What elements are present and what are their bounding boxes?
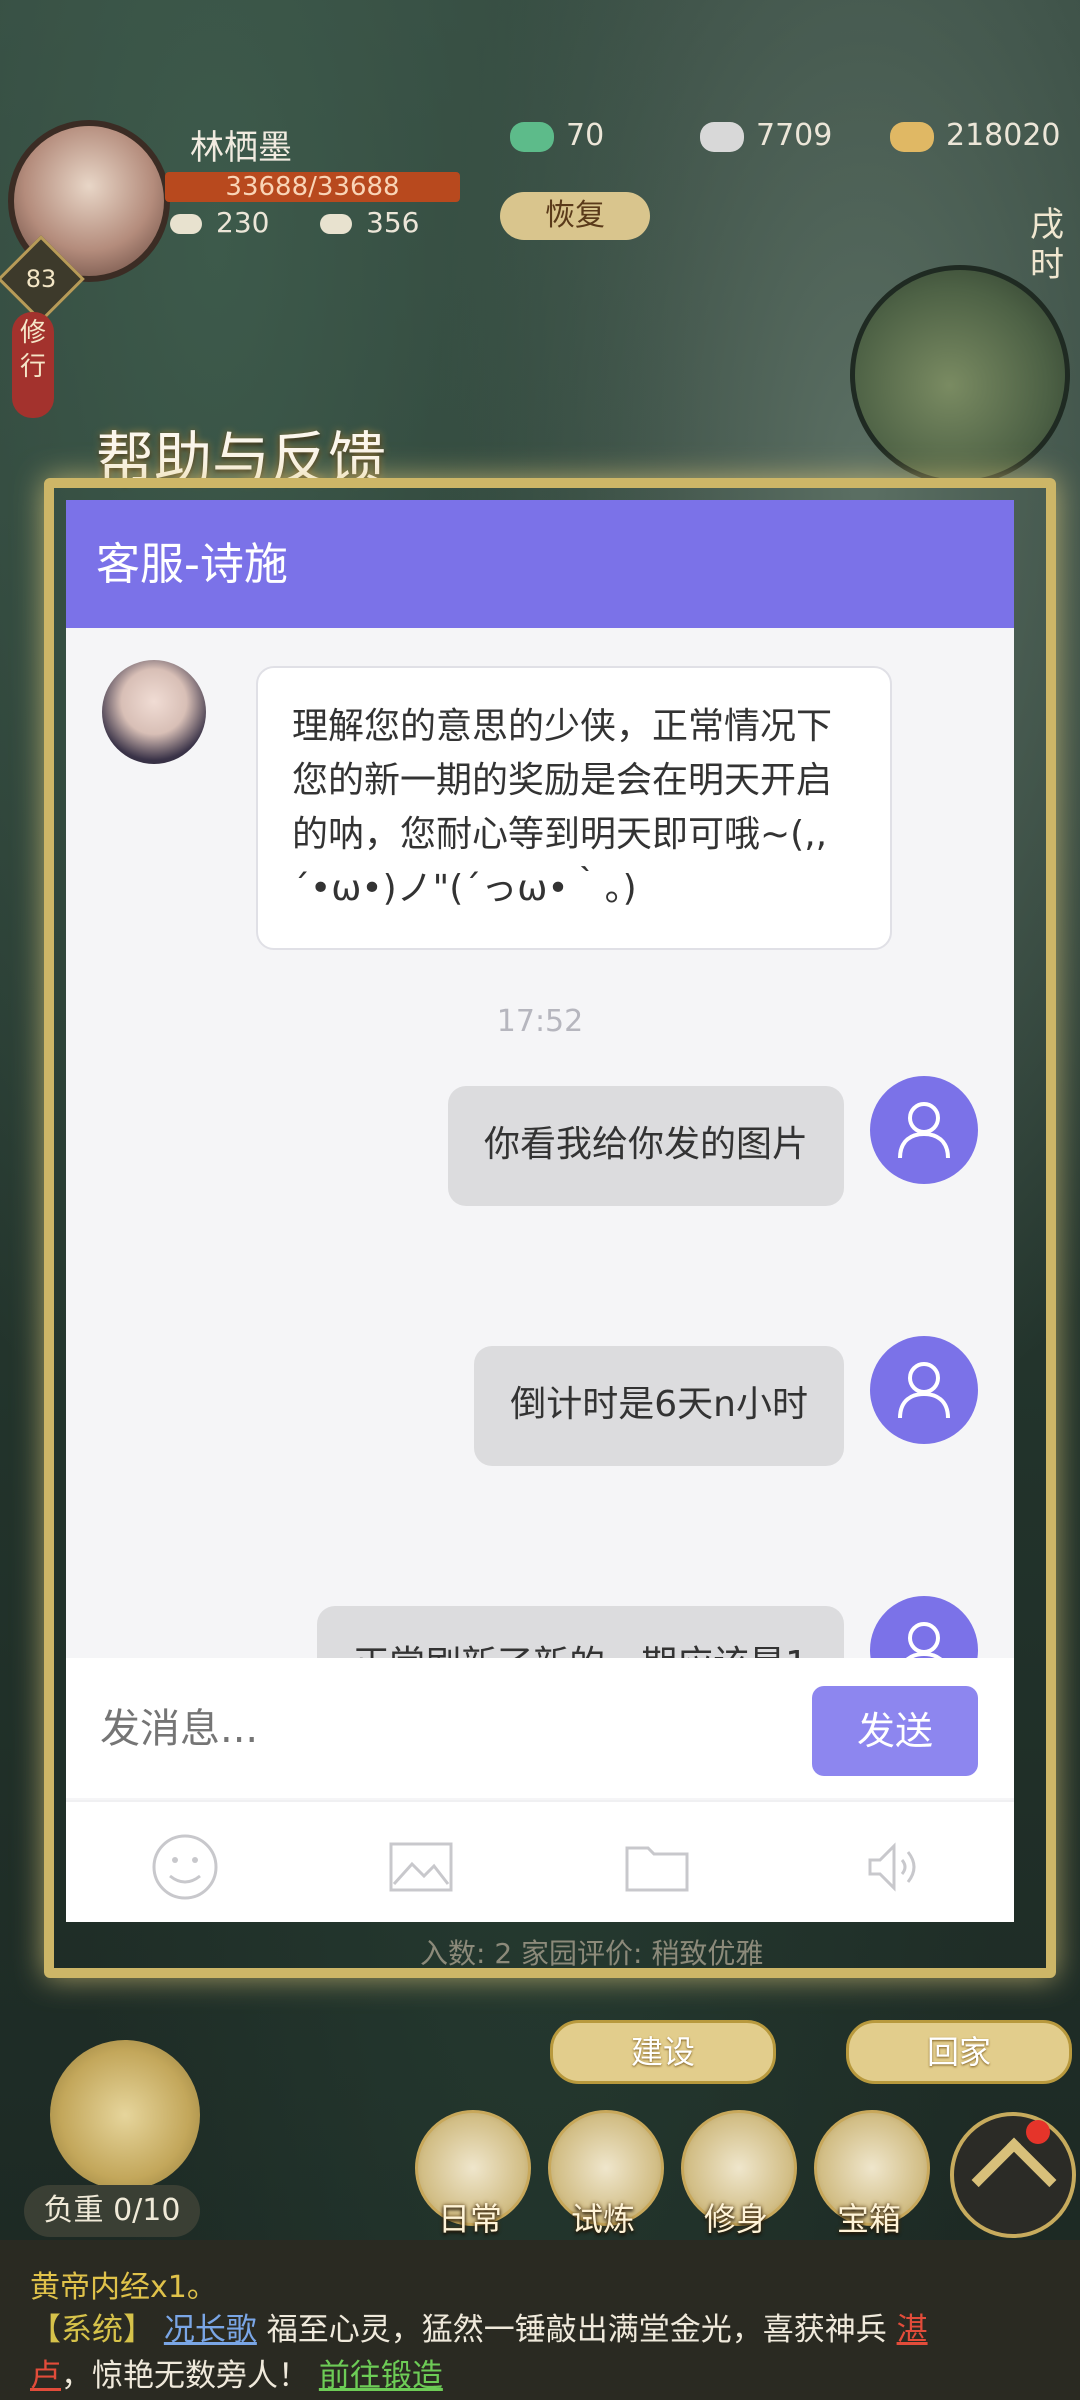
level-value: 83 xyxy=(25,265,57,293)
user-message: 你看我给你发的图片 xyxy=(447,1086,844,1206)
voice-icon[interactable] xyxy=(860,1832,930,1902)
system-log-line-3: 卢，惊艳无数旁人！ 前往锻造 xyxy=(30,2358,443,2394)
treasure-chest-label: 宝箱 xyxy=(836,2200,901,2238)
user-avatar xyxy=(870,1596,978,1658)
resource-jade[interactable]: 70 xyxy=(510,118,604,153)
send-button[interactable]: 发送 xyxy=(812,1686,978,1776)
folder-icon[interactable] xyxy=(622,1832,692,1902)
user-avatar xyxy=(870,1076,978,1184)
user-icon xyxy=(898,1102,950,1159)
minimap[interactable] xyxy=(850,265,1070,485)
cultivation-label: 修身 xyxy=(703,2200,768,2238)
message-input-bar: 发送 xyxy=(66,1658,1014,1798)
trial-label: 试炼 xyxy=(570,2200,635,2238)
system-log-line-1: 黄帝内经x1。 xyxy=(30,2270,217,2305)
bowl-icon xyxy=(170,214,202,234)
user-message: 倒计时是6天n小时 xyxy=(474,1346,844,1466)
notification-dot xyxy=(1026,2120,1050,2144)
inventory-bag-button[interactable] xyxy=(50,2040,200,2190)
home-button[interactable]: 回家 xyxy=(846,2020,1072,2084)
load-indicator: 负重 0/10 xyxy=(24,2185,200,2237)
user-message: 正常刷新了新的一期应该是1 xyxy=(317,1606,844,1658)
player-link[interactable]: 况长歌 xyxy=(164,2312,257,2348)
resource-coins[interactable]: 218020 xyxy=(890,118,1061,153)
emoji-icon[interactable] xyxy=(150,1832,220,1902)
chat-header: 客服-诗施 xyxy=(66,500,1014,628)
player-name: 林栖墨 xyxy=(190,128,292,168)
message-timestamp: 17:52 xyxy=(496,1004,584,1039)
cultivate-button[interactable]: 修行 xyxy=(12,312,54,418)
expand-menu-button[interactable] xyxy=(950,2112,1076,2238)
agent-avatar xyxy=(102,660,206,764)
silver-icon xyxy=(700,121,744,152)
user-icon xyxy=(898,1362,950,1419)
stat-b: 356 xyxy=(320,206,419,239)
hp-bar: 33688/33688 xyxy=(165,172,460,202)
image-icon[interactable] xyxy=(386,1832,456,1902)
item-link-cont[interactable]: 卢 xyxy=(30,2358,61,2394)
agent-message: 理解您的意思的少侠，正常情况下您的新一期的奖励是会在明天开启的呐，您耐心等到明天… xyxy=(256,666,892,950)
customer-service-dialog: 客服-诗施 理解您的意思的少侠，正常情况下您的新一期的奖励是会在明天开启的呐，您… xyxy=(66,500,1014,1922)
chat-messages[interactable]: 理解您的意思的少侠，正常情况下您的新一期的奖励是会在明天开启的呐，您耐心等到明天… xyxy=(66,628,1014,1658)
bun-icon xyxy=(320,214,352,234)
restore-button[interactable]: 恢复 xyxy=(500,192,650,240)
user-icon xyxy=(905,1622,943,1658)
user-avatar xyxy=(870,1336,978,1444)
system-log-line-2: 【系统】 况长歌 福至心灵，猛然一锤敲出满堂金光，喜获神兵 湛 xyxy=(30,2312,928,2348)
build-button[interactable]: 建设 xyxy=(550,2020,776,2084)
daily-label: 日常 xyxy=(437,2200,502,2238)
resource-silver[interactable]: 7709 xyxy=(700,118,832,153)
item-link[interactable]: 湛 xyxy=(897,2312,928,2348)
attachment-toolbar xyxy=(66,1800,1014,1922)
forge-link[interactable]: 前往锻造 xyxy=(319,2358,443,2394)
jade-icon xyxy=(510,121,554,152)
stat-a: 230 xyxy=(170,206,269,239)
message-input[interactable] xyxy=(98,1686,862,1772)
coins-icon xyxy=(890,121,934,152)
time-tag: 戌时 xyxy=(1030,205,1064,285)
